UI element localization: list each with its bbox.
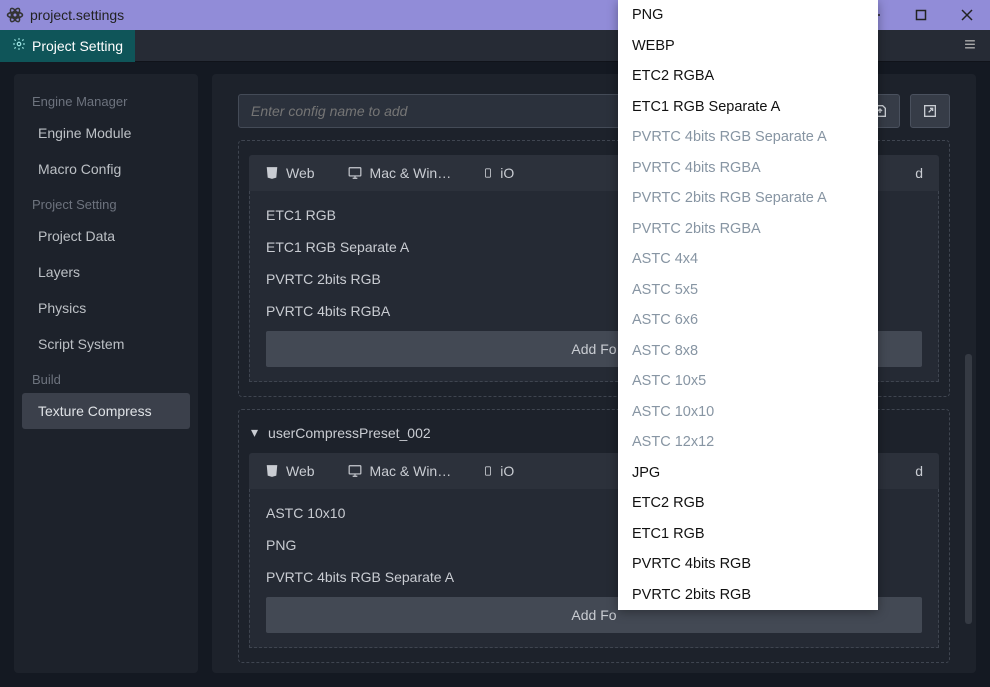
platform-tab-last[interactable]: d: [899, 155, 939, 191]
sidebar-item-macro-config[interactable]: Macro Config: [22, 151, 190, 187]
sidebar-item-layers[interactable]: Layers: [22, 254, 190, 290]
window-title: project.settings: [30, 7, 124, 23]
preset-2-title: userCompressPreset_002: [268, 425, 431, 441]
scrollbar[interactable]: [965, 74, 972, 673]
sidebar-item-texture-compress[interactable]: Texture Compress: [22, 393, 190, 429]
section-build: Build: [22, 362, 190, 393]
dropdown-item[interactable]: PVRTC 2bits RGB: [618, 580, 878, 611]
export-button[interactable]: [910, 94, 950, 128]
dropdown-item: PVRTC 2bits RGB Separate A: [618, 183, 878, 214]
monitor-icon: [347, 166, 363, 180]
format-dropdown[interactable]: PNGWEBPETC2 RGBAETC1 RGB Separate APVRTC…: [618, 0, 878, 610]
platform-tab-ios[interactable]: iO: [467, 453, 530, 489]
hamburger-menu-button[interactable]: ≡: [950, 30, 990, 62]
dropdown-item: ASTC 12x12: [618, 427, 878, 458]
platform-tab-last[interactable]: d: [899, 453, 939, 489]
platform-tab-web[interactable]: Web: [249, 453, 331, 489]
dropdown-item: ASTC 10x10: [618, 397, 878, 428]
phone-icon: [483, 464, 493, 478]
sidebar-item-engine-module[interactable]: Engine Module: [22, 115, 190, 151]
dropdown-item: ASTC 8x8: [618, 336, 878, 367]
sidebar: Engine Manager Engine Module Macro Confi…: [14, 74, 198, 673]
dropdown-item[interactable]: ETC1 RGB: [618, 519, 878, 550]
monitor-icon: [347, 464, 363, 478]
html5-icon: [265, 464, 279, 478]
section-project-setting: Project Setting: [22, 187, 190, 218]
dropdown-item: ASTC 10x5: [618, 366, 878, 397]
dropdown-item: PVRTC 4bits RGB Separate A: [618, 122, 878, 153]
tab-label: Project Setting: [32, 38, 123, 54]
dropdown-item: ASTC 4x4: [618, 244, 878, 275]
sidebar-item-physics[interactable]: Physics: [22, 290, 190, 326]
dropdown-item[interactable]: PVRTC 4bits RGB: [618, 549, 878, 580]
sidebar-item-script-system[interactable]: Script System: [22, 326, 190, 362]
dropdown-item[interactable]: PNG: [618, 0, 878, 31]
dropdown-item: PVRTC 2bits RGBA: [618, 214, 878, 245]
dropdown-item[interactable]: ETC2 RGB: [618, 488, 878, 519]
dropdown-item: PVRTC 4bits RGBA: [618, 153, 878, 184]
dropdown-item[interactable]: JPG: [618, 458, 878, 489]
platform-tab-macwin[interactable]: Mac & Win…: [331, 155, 468, 191]
close-button[interactable]: [944, 0, 990, 30]
scrollbar-thumb[interactable]: [965, 354, 972, 624]
section-engine-manager: Engine Manager: [22, 84, 190, 115]
html5-icon: [265, 166, 279, 180]
gear-icon: [12, 37, 26, 54]
app-icon: [6, 6, 24, 24]
phone-icon: [483, 166, 493, 180]
platform-tab-web[interactable]: Web: [249, 155, 331, 191]
platform-tab-ios[interactable]: iO: [467, 155, 530, 191]
maximize-button[interactable]: [898, 0, 944, 30]
dropdown-item: ASTC 6x6: [618, 305, 878, 336]
dropdown-item: ASTC 5x5: [618, 275, 878, 306]
platform-tab-macwin[interactable]: Mac & Win…: [331, 453, 468, 489]
tab-project-setting[interactable]: Project Setting: [0, 30, 135, 62]
dropdown-item[interactable]: ETC2 RGBA: [618, 61, 878, 92]
chevron-down-icon: ▾: [251, 424, 258, 441]
sidebar-item-project-data[interactable]: Project Data: [22, 218, 190, 254]
dropdown-item[interactable]: WEBP: [618, 31, 878, 62]
dropdown-item[interactable]: ETC1 RGB Separate A: [618, 92, 878, 123]
